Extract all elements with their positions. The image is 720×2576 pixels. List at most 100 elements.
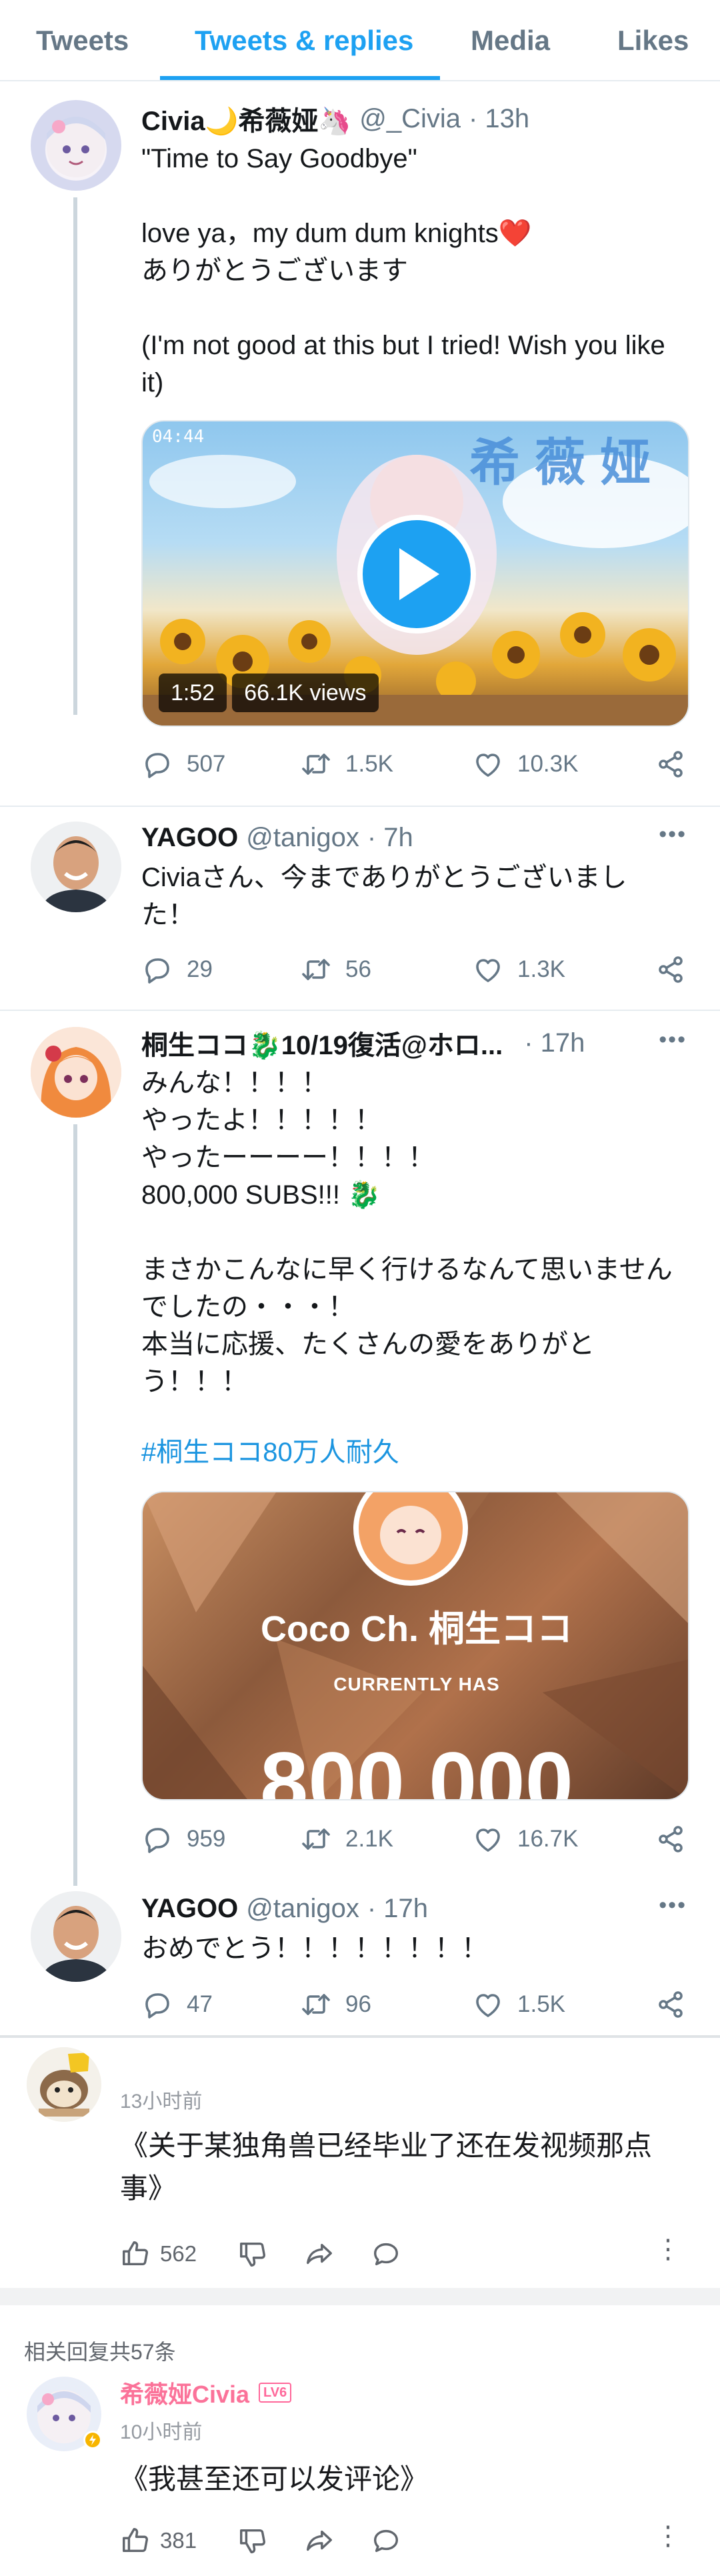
video-badge: 1:52 66.1K views <box>159 674 384 712</box>
verified-badge-icon <box>83 2431 102 2449</box>
play-button[interactable] <box>357 515 476 633</box>
comment-time: 13小时前 <box>120 2091 203 2113</box>
tab-media[interactable]: Media <box>471 0 550 81</box>
avatar[interactable] <box>31 100 121 191</box>
tweet-actions: 507 1.5K 10.3K <box>141 744 695 784</box>
reply-button[interactable]: 29 <box>141 950 213 990</box>
tab-tweets[interactable]: Tweets <box>36 0 129 81</box>
like-count: 1.5K <box>517 1991 565 2017</box>
forward-icon <box>304 2525 335 2556</box>
dislike-button[interactable] <box>237 2521 277 2561</box>
share-button[interactable] <box>655 1819 687 1859</box>
like-button[interactable]: 1.5K <box>472 1985 565 2025</box>
like-button[interactable]: 16.7K <box>472 1819 578 1859</box>
comment-bubble-icon <box>371 2525 401 2556</box>
comment-text: 《我甚至还可以发评论》 <box>120 2463 429 2495</box>
thread-line <box>73 1124 77 1886</box>
avatar[interactable] <box>31 1027 121 1118</box>
comment-text: 《关于某独角兽已经毕业了还在发视频那点事》 <box>120 2130 653 2204</box>
tweet-time[interactable]: · 7h <box>367 823 413 853</box>
tweet-header: 桐生ココ🐉10/19復活@ホロ... · 17h <box>141 1023 585 1063</box>
tweet-text: みんな！！！！ やったよ！！！！！ やったーーーー！！！！ 800,000 SU… <box>141 1068 673 1396</box>
tweet-text: Civiaさん、今までありがとうございました！ <box>141 863 627 930</box>
share-button[interactable] <box>655 744 687 784</box>
commenter-name-text: 希薇娅Civia <box>120 2381 250 2408</box>
card-subscriber-count: 800,000 <box>260 1734 573 1800</box>
share-icon <box>655 1823 687 1855</box>
yagoo-avatar-art <box>31 822 121 912</box>
retweet-button[interactable]: 56 <box>300 950 371 990</box>
card-caption: CURRENTLY HAS <box>333 1674 500 1694</box>
heart-icon <box>472 954 504 986</box>
tweet-time[interactable]: · 13h <box>469 104 529 134</box>
link-card[interactable]: Coco Ch. 桐生ココ CURRENTLY HAS 800,000 <box>141 1491 689 1800</box>
share-button[interactable] <box>655 950 687 990</box>
retweet-button[interactable]: 1.5K <box>300 744 393 784</box>
share-icon <box>655 748 687 780</box>
forward-icon <box>304 2239 335 2269</box>
coco-avatar-art <box>31 1027 121 1118</box>
display-name[interactable]: 桐生ココ🐉10/19復活@ホロ... <box>141 1024 503 1062</box>
display-name[interactable]: Civia🌙希薇娅🦄 <box>141 99 351 138</box>
share-icon <box>655 954 687 986</box>
share-button[interactable] <box>655 1985 687 2025</box>
reply-count-label[interactable]: 相关回复共57条 <box>24 2335 176 2366</box>
like-button[interactable]: 1.3K <box>472 950 565 990</box>
like-button[interactable]: 10.3K <box>472 744 578 784</box>
tweet-actions: 959 2.1K 16.7K <box>141 1819 695 1859</box>
tweet-time[interactable]: · 17h <box>524 1028 585 1058</box>
card-channel-name: Coco Ch. 桐生ココ <box>261 1609 573 1649</box>
commenter-name[interactable]: 希薇娅Civia LV6 <box>120 2375 292 2410</box>
retweet-button[interactable]: 96 <box>300 1985 371 2025</box>
heart-icon <box>472 1823 504 1855</box>
tab-tweets-and-replies[interactable]: Tweets & replies <box>195 0 413 81</box>
kebab-menu-icon[interactable]: ⋮ <box>655 2521 681 2551</box>
handle[interactable]: @tanigox <box>246 823 359 853</box>
more-options-icon[interactable]: ••• <box>659 1892 687 1918</box>
more-options-icon[interactable]: ••• <box>659 1027 687 1053</box>
retweet-button[interactable]: 2.1K <box>300 1819 393 1859</box>
handle[interactable]: @tanigox <box>246 1894 359 1924</box>
divider <box>0 1010 720 1011</box>
reply-button[interactable] <box>371 2234 411 2274</box>
like-button[interactable]: 562 <box>120 2234 197 2274</box>
more-options-icon[interactable]: ••• <box>659 822 687 848</box>
display-name[interactable]: YAGOO <box>141 823 238 853</box>
hashtag-link[interactable]: #桐生ココ80万人耐久 <box>141 1434 695 1471</box>
divider <box>0 806 720 807</box>
share-button[interactable] <box>304 2521 344 2561</box>
reply-button[interactable]: 507 <box>141 744 225 784</box>
tweet-time[interactable]: · 17h <box>367 1894 428 1924</box>
avatar[interactable] <box>31 1891 121 1982</box>
reply-button[interactable]: 47 <box>141 1985 213 2025</box>
video-views: 66.1K views <box>232 674 379 712</box>
reply-count: 959 <box>187 1826 226 1852</box>
like-count: 10.3K <box>517 751 579 777</box>
video-player[interactable]: 04:44 希薇娅 1:52 66.1K views <box>141 420 689 727</box>
tweet-text: おめでとう！！！！！！！！ <box>141 1934 488 1963</box>
like-count: 562 <box>160 2241 197 2266</box>
reply-button[interactable]: 959 <box>141 1819 225 1859</box>
civia-avatar-art <box>47 117 105 177</box>
retweet-icon <box>300 748 332 780</box>
handle[interactable]: @_Civia <box>359 104 461 134</box>
avatar[interactable] <box>31 822 121 912</box>
reply-count: 29 <box>187 956 213 982</box>
kebab-menu-icon[interactable]: ⋮ <box>655 2234 681 2265</box>
like-button[interactable]: 381 <box>120 2521 197 2561</box>
thread-line <box>73 197 77 715</box>
thumbs-up-icon <box>120 2239 151 2269</box>
video-watermark: 希薇娅 <box>469 435 665 491</box>
share-icon <box>655 1989 687 2021</box>
comment-actions: 562 <box>120 2234 693 2274</box>
share-button[interactable] <box>304 2234 344 2274</box>
tweet-text: "Time to Say Goodbye" love ya，my dum dum… <box>141 144 665 397</box>
avatar[interactable] <box>27 2047 101 2122</box>
tab-likes[interactable]: Likes <box>617 0 689 81</box>
reply-button[interactable] <box>371 2521 411 2561</box>
thumbs-down-icon <box>237 2239 268 2269</box>
display-name[interactable]: YAGOO <box>141 1894 238 1924</box>
tweet-header: Civia🌙希薇娅🦄 @_Civia · 13h <box>141 99 529 139</box>
dislike-button[interactable] <box>237 2234 277 2274</box>
like-count: 381 <box>160 2528 197 2553</box>
